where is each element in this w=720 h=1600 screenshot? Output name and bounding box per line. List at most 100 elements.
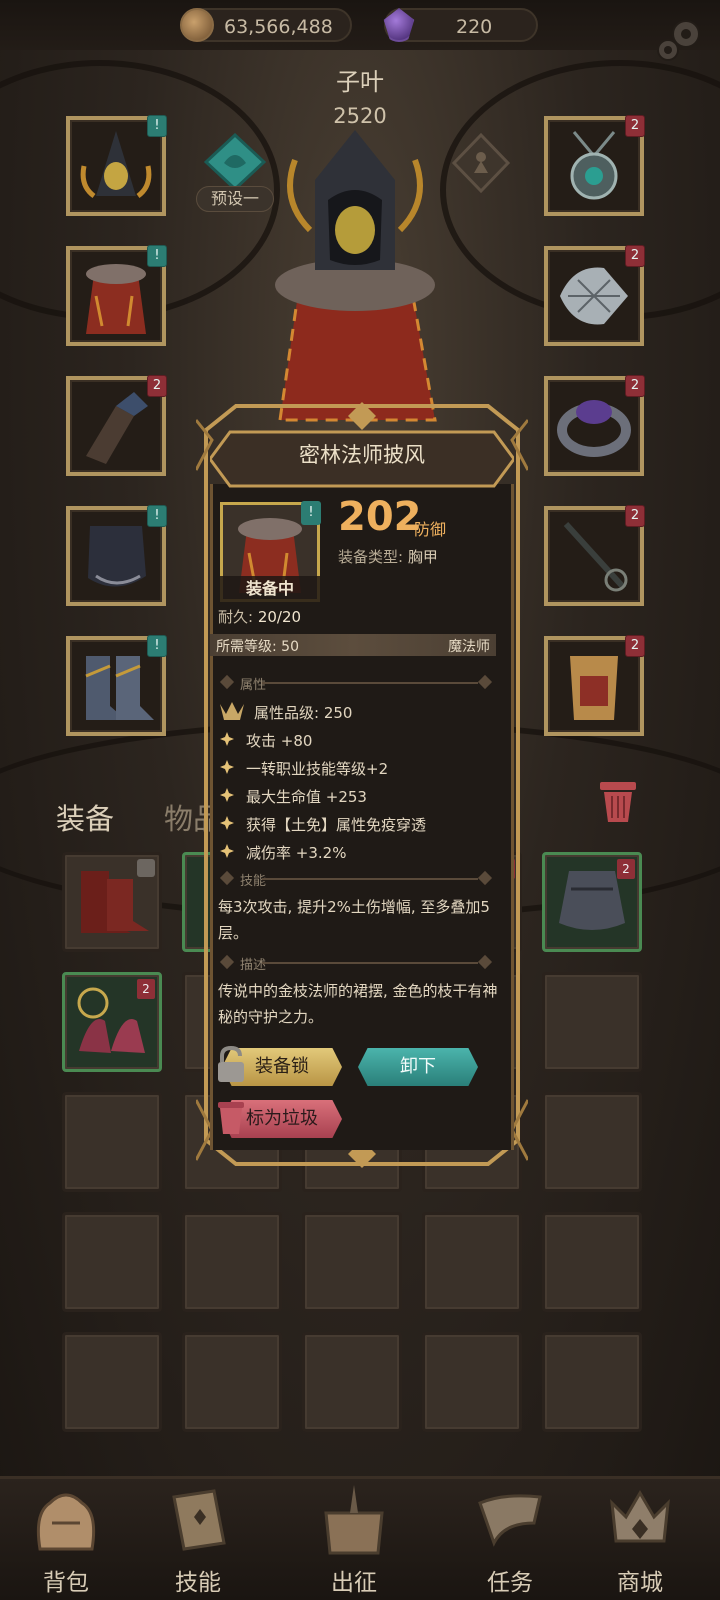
equip-slot-helmet[interactable]: ! bbox=[66, 115, 167, 216]
red-cloak-icon bbox=[86, 264, 146, 334]
equipped-status: 装备中 bbox=[220, 576, 320, 602]
attribute-line: 减伤率 +3.2% bbox=[246, 844, 347, 862]
boots-icon bbox=[85, 656, 154, 720]
gold-counter[interactable]: 63,566,488 bbox=[180, 8, 352, 42]
equip-slot-shoulder[interactable]: 2 bbox=[544, 245, 645, 346]
item-title: 密林法师披风 bbox=[299, 443, 425, 467]
character-name: 子叶 bbox=[336, 68, 384, 96]
backpack-icon bbox=[36, 1493, 96, 1551]
upgrade-tag: 2 bbox=[625, 505, 645, 527]
attribute-line: 获得【土免】属性免疫穿透 bbox=[246, 816, 427, 834]
hero-character[interactable] bbox=[220, 120, 490, 430]
unequip-button[interactable]: 卸下 bbox=[358, 1048, 478, 1086]
sparkle-icon bbox=[220, 816, 234, 830]
skill-description: 每3次攻击, 提升2%土伤增幅, 至多叠加5层。 bbox=[218, 898, 490, 942]
button-label: 装备锁 bbox=[255, 1056, 309, 1077]
diamond-ornament-icon bbox=[219, 870, 235, 886]
durability-value: 20/20 bbox=[257, 608, 302, 626]
inventory-slot[interactable] bbox=[302, 1332, 402, 1432]
durability: 耐久: 20/20 bbox=[218, 606, 301, 627]
upgrade-tag: 2 bbox=[625, 375, 645, 397]
upgrade-tag: 2 bbox=[625, 635, 645, 657]
attribute-grade: 属性品级: 250 bbox=[254, 704, 353, 722]
sparkle-icon bbox=[220, 760, 234, 774]
inventory-slot[interactable] bbox=[182, 1332, 282, 1432]
attribute-line: 攻击 +80 bbox=[246, 732, 313, 750]
diamond-ornament-icon bbox=[477, 954, 493, 970]
gold-amount: 63,566,488 bbox=[224, 16, 333, 38]
upgrade-tag: 2 bbox=[625, 245, 645, 267]
diamond-ornament-icon bbox=[219, 674, 235, 690]
equip-type-key: 装备类型: bbox=[338, 548, 404, 566]
equip-slot-chest[interactable]: ! bbox=[66, 245, 167, 346]
upgrade-tag: 2 bbox=[137, 979, 155, 999]
game-screen: 63,566,488 220 子叶 2520 预设一 ! ! 2 ! ! 2 2… bbox=[0, 0, 720, 1600]
inventory-slot[interactable] bbox=[62, 1332, 162, 1432]
inventory-slot[interactable] bbox=[62, 852, 162, 952]
inventory-slot[interactable]: 2 bbox=[542, 852, 642, 952]
divider bbox=[262, 682, 478, 684]
quest-horn-icon bbox=[478, 1494, 542, 1547]
equip-slot-amulet[interactable]: 2 bbox=[544, 115, 645, 216]
currency-bar: 63,566,488 220 bbox=[0, 0, 720, 50]
diamond-ornament-icon bbox=[219, 954, 235, 970]
amulet-icon bbox=[570, 131, 618, 200]
inventory-slot[interactable] bbox=[422, 1212, 522, 1312]
nav-label: 背包 bbox=[43, 1570, 89, 1596]
equip-slot-boots[interactable]: ! bbox=[66, 635, 167, 736]
grade-crest-icon bbox=[220, 702, 244, 720]
section-header-description: 描述 bbox=[218, 954, 498, 973]
gem-counter[interactable]: 220 bbox=[383, 8, 538, 42]
defense-value: 202 bbox=[338, 494, 422, 540]
settings-gear-icon[interactable] bbox=[654, 14, 706, 66]
skill-book-icon bbox=[172, 1489, 226, 1551]
gem-amount: 220 bbox=[456, 16, 493, 38]
inventory-slot[interactable] bbox=[542, 972, 642, 1072]
equip-slot-ring[interactable]: 2 bbox=[544, 375, 645, 476]
nav-label: 出征 bbox=[331, 1570, 377, 1596]
divider bbox=[262, 878, 478, 880]
inventory-slot[interactable] bbox=[542, 1332, 642, 1432]
nav-quests[interactable]: 任务 bbox=[450, 1479, 570, 1600]
equip-slot-gloves[interactable]: 2 bbox=[66, 375, 167, 476]
attribute-line: 最大生命值 +253 bbox=[246, 788, 367, 806]
inventory-slot[interactable]: 2 bbox=[62, 972, 162, 1072]
inventory-slot[interactable] bbox=[62, 1092, 162, 1192]
inventory-slot[interactable] bbox=[182, 1212, 282, 1312]
tab-equipment[interactable]: 装备 bbox=[56, 796, 114, 838]
shop-crown-icon bbox=[610, 1490, 670, 1543]
defense-label: 防御 bbox=[414, 520, 447, 539]
upgrade-tag: 2 bbox=[625, 115, 645, 137]
equip-slot-bracer[interactable]: 2 bbox=[544, 635, 645, 736]
feather-shoulder-icon bbox=[560, 267, 628, 325]
nav-skills[interactable]: 技能 bbox=[138, 1479, 258, 1600]
nav-backpack[interactable]: 背包 bbox=[6, 1479, 126, 1600]
section-header-skill: 技能 bbox=[218, 870, 498, 889]
diamond-ornament-icon bbox=[477, 674, 493, 690]
nav-label: 商城 bbox=[617, 1570, 663, 1596]
nav-shop[interactable]: 商城 bbox=[580, 1479, 700, 1600]
inventory-slot[interactable] bbox=[62, 1212, 162, 1312]
flavor-description: 传说中的金枝法师的裙摆, 金色的枝干有神秘的守护之力。 bbox=[218, 982, 498, 1026]
upgrade-tag: ! bbox=[147, 115, 167, 137]
required-class: 魔法师 bbox=[448, 639, 490, 655]
diamond-ornament-icon bbox=[477, 870, 493, 886]
inventory-slot[interactable] bbox=[302, 1212, 402, 1312]
ring-icon bbox=[557, 400, 631, 457]
nav-expedition[interactable]: 出征 bbox=[294, 1479, 414, 1600]
attribute-line: 一转职业技能等级+2 bbox=[246, 760, 389, 778]
equip-slot-pants[interactable]: ! bbox=[66, 505, 167, 606]
inventory-slot[interactable] bbox=[542, 1212, 642, 1312]
nav-label: 技能 bbox=[175, 1570, 221, 1596]
upgrade-tag: ! bbox=[147, 245, 167, 267]
upgrade-tag: 2 bbox=[147, 375, 167, 397]
trash-icon[interactable] bbox=[596, 778, 640, 824]
sparkle-icon bbox=[220, 732, 234, 746]
gold-coin-icon bbox=[180, 8, 214, 42]
inventory-slot[interactable] bbox=[422, 1332, 522, 1432]
upgrade-tag: ! bbox=[301, 501, 321, 525]
junk-bin-icon bbox=[218, 1102, 244, 1134]
item-detail-popup[interactable]: 密林法师披风 ! 装备中 202 防御 装备类型: 胸甲 耐久: 20/20 所… bbox=[196, 400, 528, 1168]
equip-slot-weapon[interactable]: 2 bbox=[544, 505, 645, 606]
inventory-slot[interactable] bbox=[542, 1092, 642, 1192]
